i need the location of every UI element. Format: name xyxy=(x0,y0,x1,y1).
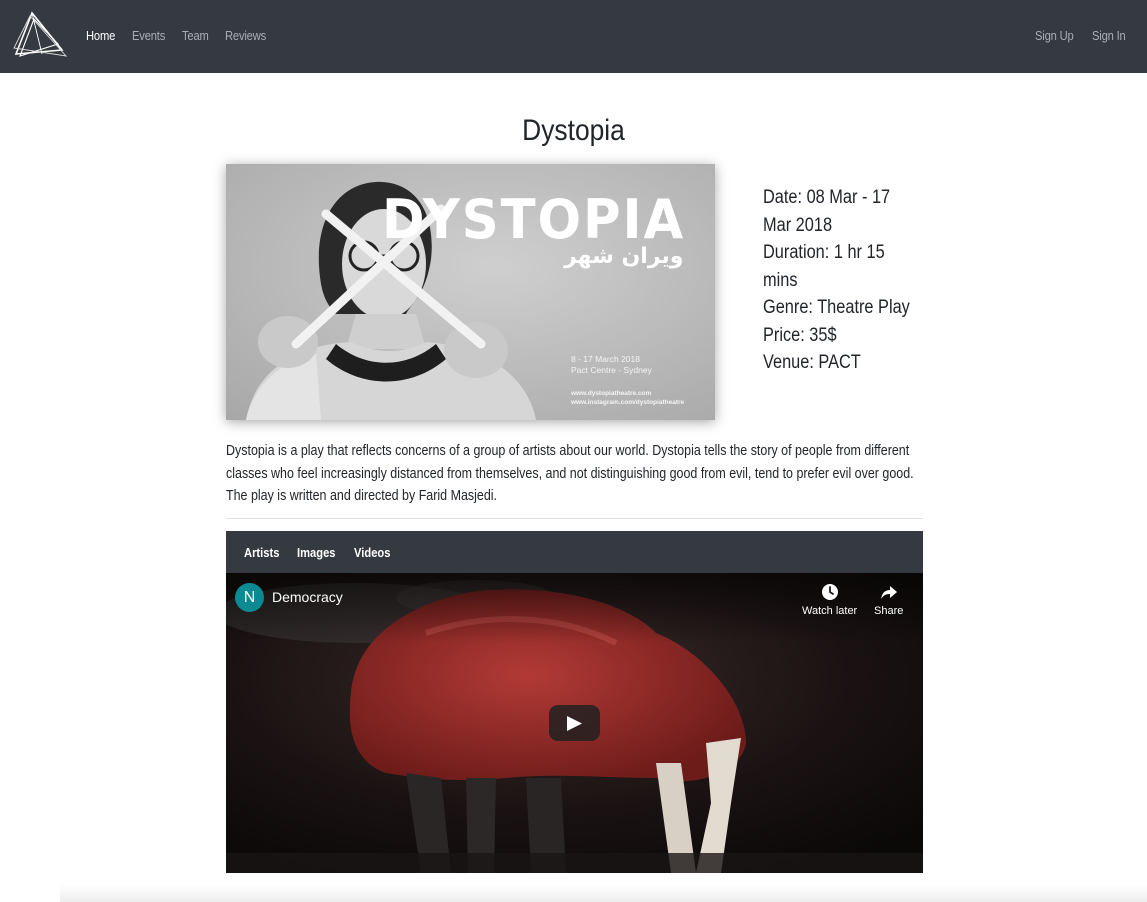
poster-dates-line: 8 - 17 March 2018 xyxy=(571,354,640,364)
event-genre: Genre: Theatre Play xyxy=(763,297,910,318)
event-duration: Duration: 1 hr 15 xyxy=(763,242,885,263)
clock-icon xyxy=(821,584,838,600)
auth-nav: Sign Up Sign In xyxy=(1035,28,1131,43)
share-button[interactable]: Share xyxy=(874,583,903,617)
poster-dates: 8 - 17 March 2018 Pact Centre - Sydney xyxy=(571,354,652,376)
sign-in-link[interactable]: Sign In xyxy=(1092,28,1126,43)
media-tabbar: Artists Images Videos xyxy=(226,531,923,573)
play-icon xyxy=(567,716,582,731)
event-date: Date: 08 Mar - 17 xyxy=(763,187,891,208)
event-details: Date: 08 Mar - 17 Mar 2018 Duration: 1 h… xyxy=(763,184,933,377)
page-title: Dystopia xyxy=(522,114,625,147)
sign-up-link[interactable]: Sign Up xyxy=(1035,28,1074,43)
watch-later-label: Watch later xyxy=(802,605,858,617)
poster-venue-line: Pact Centre - Sydney xyxy=(571,365,652,375)
event-duration-cont: mins xyxy=(763,269,798,291)
tab-videos[interactable]: Videos xyxy=(354,545,390,560)
nav-events[interactable]: Events xyxy=(132,28,165,43)
main-nav: Home Events Team Reviews xyxy=(86,28,273,43)
watch-later-button[interactable]: Watch later xyxy=(802,583,857,617)
event-poster-image: DYSTOPIA ویران شهر 8 - 17 March 2018 Pac… xyxy=(226,164,715,420)
event-description: Dystopia is a play that reflects concern… xyxy=(226,443,914,504)
tab-images[interactable]: Images xyxy=(297,545,336,560)
nav-reviews[interactable]: Reviews xyxy=(225,28,266,43)
event-venue: Venue: PACT xyxy=(763,352,861,373)
poster-links: www.dystopiatheatre.com www.instagram.co… xyxy=(571,389,684,407)
poster-arabic-text: ویران شهر xyxy=(564,244,684,269)
share-label: Share xyxy=(874,605,904,617)
section-divider xyxy=(226,518,923,519)
channel-avatar[interactable]: N xyxy=(235,583,264,612)
tab-artists[interactable]: Artists xyxy=(244,545,279,560)
poster-title-text: DYSTOPIA xyxy=(382,188,686,251)
page-bottom-shadow xyxy=(60,885,1147,902)
poster-instagram: www.instagram.com/dystopiatheatre xyxy=(571,399,685,406)
play-button[interactable] xyxy=(549,705,600,741)
poster-website: www.dystopiatheatre.com xyxy=(571,390,652,397)
video-player[interactable]: N Democracy Watch later Share xyxy=(226,573,923,873)
event-date-cont: Mar 2018 xyxy=(763,214,833,236)
brand-logo-icon[interactable] xyxy=(12,10,68,60)
nav-home[interactable]: Home xyxy=(86,28,115,43)
top-navbar: Home Events Team Reviews Sign Up Sign In xyxy=(0,0,1147,73)
share-arrow-icon xyxy=(880,586,897,599)
event-price: Price: 35$ xyxy=(763,324,837,346)
video-title[interactable]: Democracy xyxy=(272,589,343,605)
nav-team[interactable]: Team xyxy=(182,28,209,43)
